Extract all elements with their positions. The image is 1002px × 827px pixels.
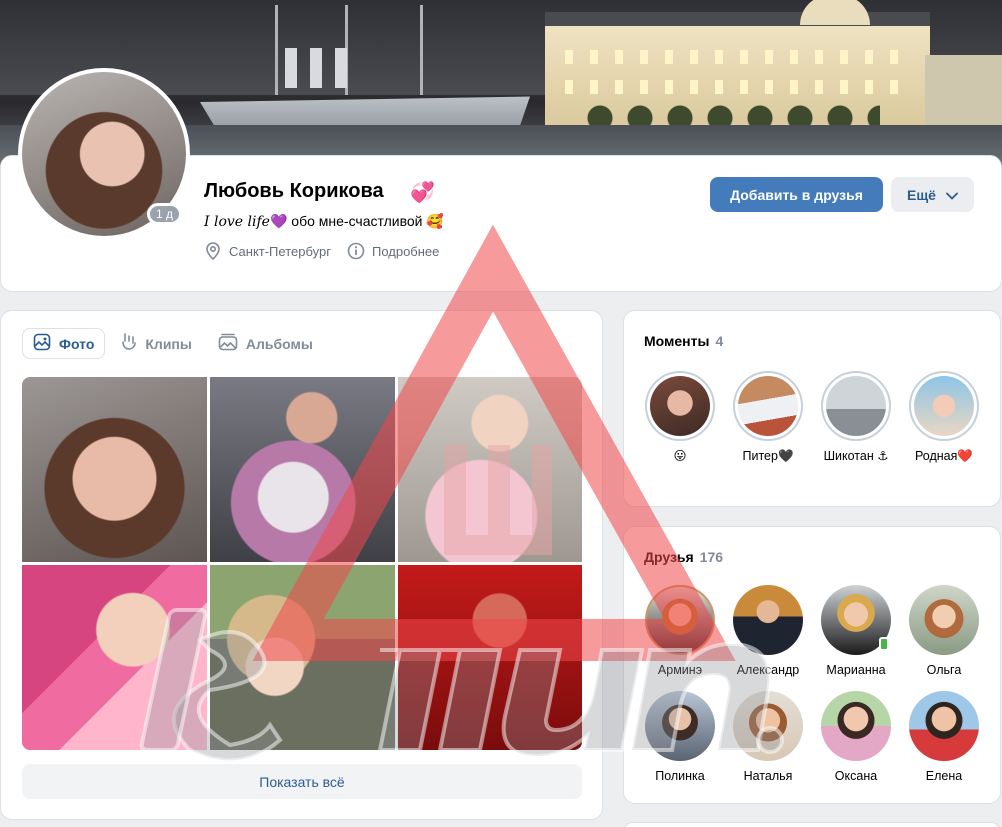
status-heart: 💜 — [269, 213, 288, 229]
friend-item[interactable]: Ольга — [900, 585, 988, 678]
profile-info-row: Санкт-Петербург Подробнее — [204, 242, 455, 260]
friend-name: Наталья — [743, 769, 793, 783]
friend-item[interactable]: Арминэ — [636, 585, 724, 678]
moment-item[interactable]: Родная❤️ — [900, 371, 988, 464]
friends-row-1: Арминэ Александр Марианна Ольга — [636, 585, 988, 678]
friend-item[interactable]: Марианна — [812, 585, 900, 678]
photo-thumbnail[interactable] — [22, 565, 207, 750]
friend-name: Оксана — [834, 769, 878, 783]
friends-section: Друзья 176 Арминэ Александр Марианна Ольг… — [623, 526, 1001, 804]
status-emoji: 🥰 — [426, 213, 444, 229]
show-all-button[interactable]: Показать всё — [22, 764, 582, 799]
moments-section: Моменты 4 😛 Питер🖤 Шикотан ⚓ Родная❤️ — [623, 310, 1001, 507]
friend-item[interactable]: Наталья — [724, 691, 812, 784]
friend-name: Елена — [925, 769, 963, 783]
location-text: Санкт-Петербург — [229, 243, 331, 259]
tab-albums[interactable]: Альбомы — [208, 328, 323, 359]
online-indicator — [879, 637, 889, 651]
friend-item[interactable]: Оксана — [812, 691, 900, 784]
moment-label: Питер🖤 — [742, 449, 794, 463]
profile-name: Любовь Корикова — [204, 180, 384, 202]
friend-name: Полинка — [655, 769, 705, 783]
friend-item[interactable]: Полинка — [636, 691, 724, 784]
friend-name: Александр — [736, 663, 800, 677]
photo-icon — [33, 333, 51, 354]
profile-status: I love life💜 обо мне-счастливой 🥰 — [204, 213, 444, 230]
info-icon — [347, 242, 365, 260]
details-text: Подробнее — [371, 243, 440, 259]
friends-title: Друзья — [644, 549, 694, 565]
profile-badge-icon[interactable]: 💞 — [410, 180, 435, 205]
friends-count: 176 — [699, 549, 724, 565]
photo-thumbnail[interactable] — [398, 565, 582, 750]
moments-title: Моменты — [644, 333, 710, 349]
moment-label: 😛 — [673, 449, 687, 463]
clips-icon — [121, 333, 137, 354]
tab-clips[interactable]: Клипы — [111, 328, 201, 359]
friend-item[interactable]: Александр — [724, 585, 812, 678]
moments-header[interactable]: Моменты 4 — [644, 333, 723, 349]
moment-label: Родная❤️ — [915, 449, 973, 463]
friend-name: Ольга — [926, 663, 962, 677]
albums-icon — [218, 333, 238, 354]
location-item: Санкт-Петербург — [204, 242, 331, 260]
add-friend-button[interactable]: Добавить в друзья — [710, 177, 883, 212]
location-pin-icon — [204, 242, 222, 260]
details-link[interactable]: Подробнее — [347, 242, 439, 260]
photo-thumbnail[interactable] — [210, 377, 395, 562]
photo-thumbnail[interactable] — [210, 565, 395, 750]
moments-list: 😛 Питер🖤 Шикотан ⚓ Родная❤️ — [636, 371, 988, 464]
status-text: обо мне-счастливой — [287, 213, 427, 229]
last-seen-badge: 1 д — [147, 203, 183, 225]
moment-item[interactable]: Шикотан ⚓ — [812, 371, 900, 464]
tab-photos[interactable]: Фото — [22, 328, 106, 359]
friends-header[interactable]: Друзья 176 — [644, 549, 723, 565]
friend-name: Марианна — [826, 663, 886, 677]
chevron-down-icon — [946, 187, 958, 203]
tab-photos-label: Фото — [59, 335, 95, 352]
photo-grid — [22, 377, 582, 750]
photos-section: Фото Клипы Альбомы Показать всё — [0, 310, 603, 820]
moments-count: 4 — [715, 333, 724, 349]
friend-item[interactable]: Елена — [900, 691, 988, 784]
more-label: Ещё — [907, 186, 936, 203]
photo-thumbnail[interactable] — [398, 377, 582, 562]
status-script: I love life — [204, 214, 270, 230]
photo-tabs: Фото Клипы Альбомы — [22, 328, 323, 359]
next-section-edge — [623, 822, 1001, 827]
moment-label: Шикотан ⚓ — [823, 449, 889, 463]
tab-albums-label: Альбомы — [245, 335, 313, 352]
moment-item[interactable]: 😛 — [636, 371, 724, 464]
tab-clips-label: Клипы — [145, 335, 192, 352]
moment-item[interactable]: Питер🖤 — [724, 371, 812, 464]
friend-name: Арминэ — [657, 663, 703, 677]
photo-thumbnail[interactable] — [22, 377, 207, 562]
friends-row-2: Полинка Наталья Оксана Елена — [636, 691, 988, 784]
more-button[interactable]: Ещё — [891, 177, 974, 212]
